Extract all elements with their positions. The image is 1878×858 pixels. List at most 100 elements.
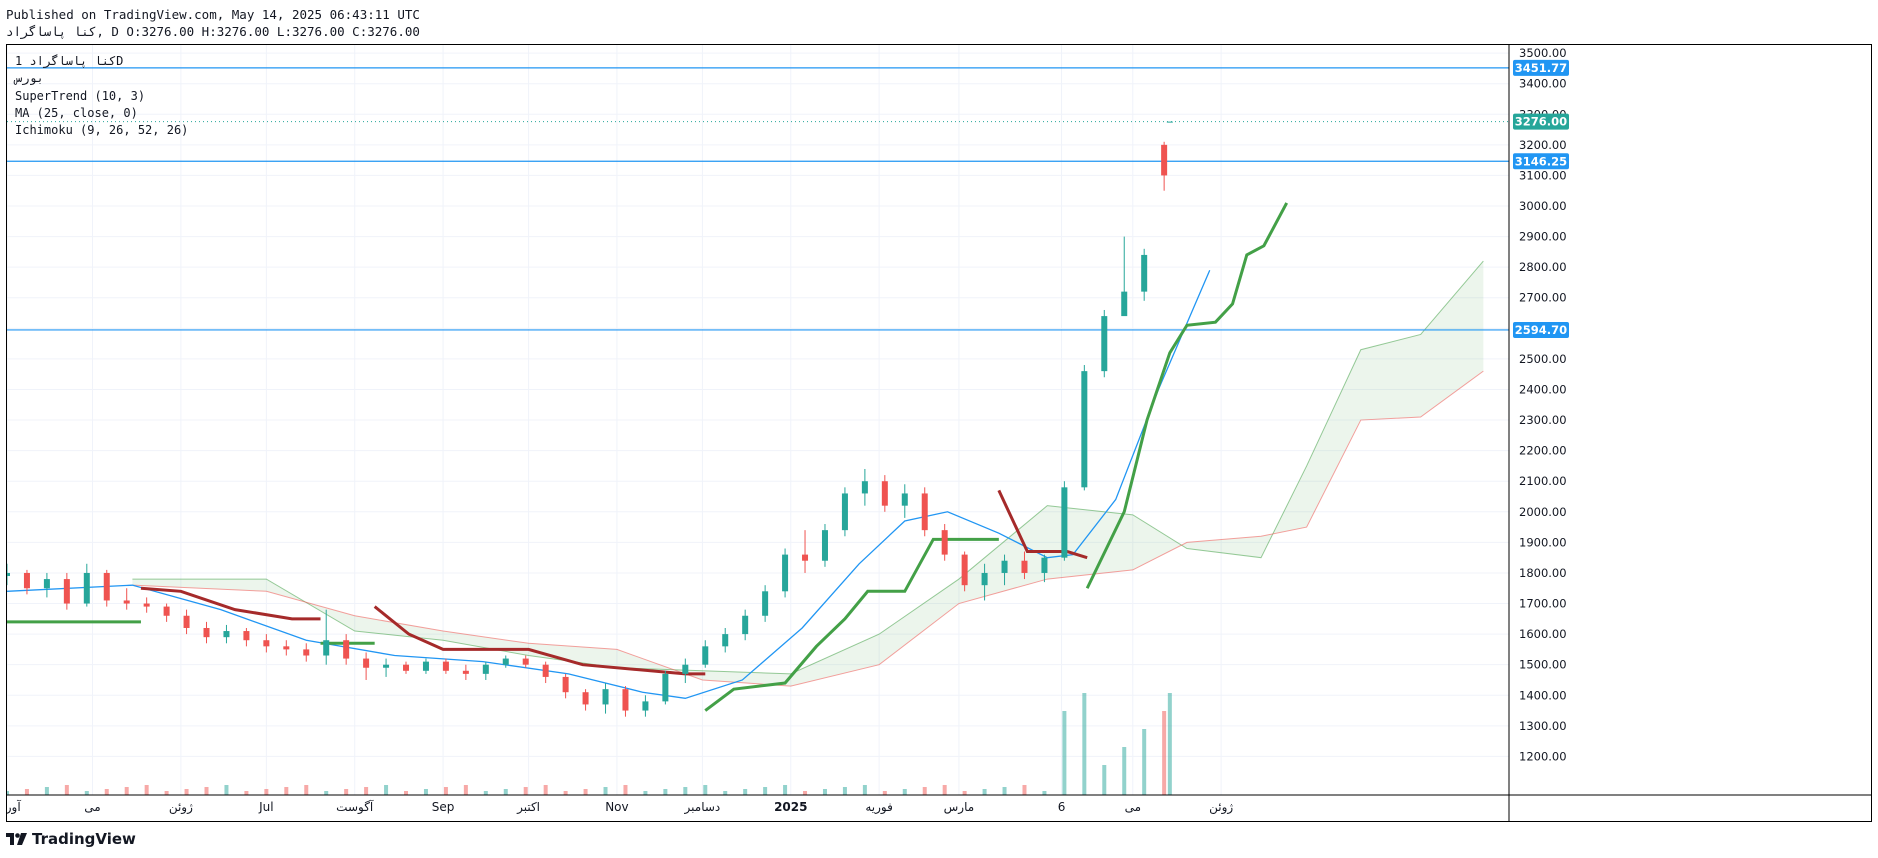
candle-body <box>422 661 429 671</box>
candle-body <box>63 579 70 604</box>
candle-body <box>1161 144 1168 176</box>
candle-body <box>582 692 589 705</box>
volume-bar <box>503 789 508 795</box>
indicator-ichimoku[interactable]: Ichimoku (9, 26, 52, 26) <box>15 122 188 139</box>
volume-bar <box>862 785 867 795</box>
price-chart[interactable]: 1200.00 1300.00 1400.00 1500.00 1600.00 1700.… <box>7 45 1871 821</box>
candle-body <box>682 664 689 674</box>
candle-body <box>143 603 150 607</box>
candle-body <box>83 572 90 604</box>
volume-bar <box>284 787 289 795</box>
y-tick-label: 1500.00 <box>1519 658 1567 672</box>
y-tick-label: 2100.00 <box>1519 474 1567 488</box>
volume-bar <box>723 791 728 795</box>
y-tick-label: 2000.00 <box>1519 505 1567 519</box>
volume-bar <box>603 787 608 795</box>
candle-body <box>462 670 469 674</box>
candle-body <box>622 689 629 711</box>
volume-bar <box>24 789 29 795</box>
volume-bar <box>423 789 428 795</box>
volume-bar <box>643 791 648 795</box>
y-tick-label: 1200.00 <box>1519 749 1567 763</box>
volume-bar <box>204 787 209 795</box>
volume-bar <box>344 789 349 795</box>
x-tick-label: 2025 <box>774 800 807 814</box>
candle-body <box>203 627 210 638</box>
y-tick-label: 3400.00 <box>1519 77 1567 91</box>
volume-bar <box>264 789 269 795</box>
horizontal-line-price-label: 3146.25 <box>1515 154 1567 168</box>
volume-bar <box>523 787 528 795</box>
volume-bar <box>623 785 628 795</box>
tradingview-logo-icon[interactable] <box>6 832 28 846</box>
candle-body <box>283 646 290 650</box>
volume-bar <box>982 789 987 795</box>
candle-body <box>1101 316 1108 372</box>
candle-body <box>542 664 549 677</box>
candle-body <box>861 481 868 494</box>
candle-body <box>1081 371 1088 488</box>
volume-bar <box>683 787 688 795</box>
volume-bar <box>563 791 568 795</box>
x-tick-label: مارس <box>944 800 975 815</box>
published-line: Published on TradingView.com, May 14, 20… <box>6 7 420 22</box>
candle-body <box>223 631 230 638</box>
volume-bar <box>404 791 409 795</box>
candle-body <box>941 530 948 555</box>
volume-bar <box>803 791 808 795</box>
candle-body <box>881 481 888 506</box>
volume-bar <box>1082 693 1087 795</box>
candle-body <box>1021 560 1028 573</box>
last-price-label: 3276.00 <box>1515 115 1567 129</box>
candle-body <box>921 493 928 531</box>
volume-bar <box>364 787 369 795</box>
volume-bar <box>64 785 69 795</box>
candle-body <box>522 658 529 665</box>
volume-bar <box>1022 785 1027 795</box>
volume-bar <box>124 787 129 795</box>
candle-body <box>1061 487 1068 558</box>
chart-frame[interactable]: 1200.00 1300.00 1400.00 1500.00 1600.00 1700.… <box>6 44 1872 822</box>
candle-body <box>442 661 449 671</box>
candle-body <box>103 572 110 601</box>
candle-body <box>642 701 649 711</box>
volume-bar <box>44 787 49 795</box>
volume-bar <box>1142 729 1147 795</box>
x-tick-label: اکتبر <box>516 800 540 815</box>
candle-body <box>163 606 170 616</box>
candle-body <box>43 579 50 589</box>
x-tick-label: Nov <box>605 800 628 814</box>
candle-body <box>1166 121 1173 123</box>
candle-body <box>482 664 489 674</box>
volume-bar <box>703 785 708 795</box>
candle-body <box>762 591 769 616</box>
candle-body <box>702 646 709 665</box>
y-tick-label: 3500.00 <box>1519 46 1567 60</box>
candle-body <box>562 676 569 693</box>
volume-bar <box>583 789 588 795</box>
y-tick-label: 2900.00 <box>1519 230 1567 244</box>
volume-bar <box>922 787 927 795</box>
x-tick-label: می <box>84 800 100 814</box>
candle-body <box>502 658 509 665</box>
brand-name[interactable]: TradingView <box>32 830 136 848</box>
y-tick-label: 1900.00 <box>1519 535 1567 549</box>
indicator-supertrend[interactable]: SuperTrend (10, 3) <box>15 88 188 105</box>
volume-bar <box>7 791 9 795</box>
volume-bar <box>244 791 249 795</box>
x-tick-label: آوریل <box>7 799 21 815</box>
volume-bar <box>902 789 907 795</box>
y-tick-label: 3100.00 <box>1519 168 1567 182</box>
candle-body <box>901 493 908 506</box>
footer: TradingView <box>6 830 136 848</box>
y-tick-label: 1300.00 <box>1519 719 1567 733</box>
candle-body <box>123 600 130 604</box>
candle-body <box>1141 254 1148 292</box>
volume-bar <box>1002 787 1007 795</box>
candle-body <box>23 572 30 589</box>
exchange-line: بورس <box>15 71 44 86</box>
indicator-ma[interactable]: MA (25, close, 0) <box>15 105 188 122</box>
volume-bar <box>1167 693 1172 795</box>
candle-body <box>782 554 789 592</box>
volume-bar <box>962 791 967 795</box>
